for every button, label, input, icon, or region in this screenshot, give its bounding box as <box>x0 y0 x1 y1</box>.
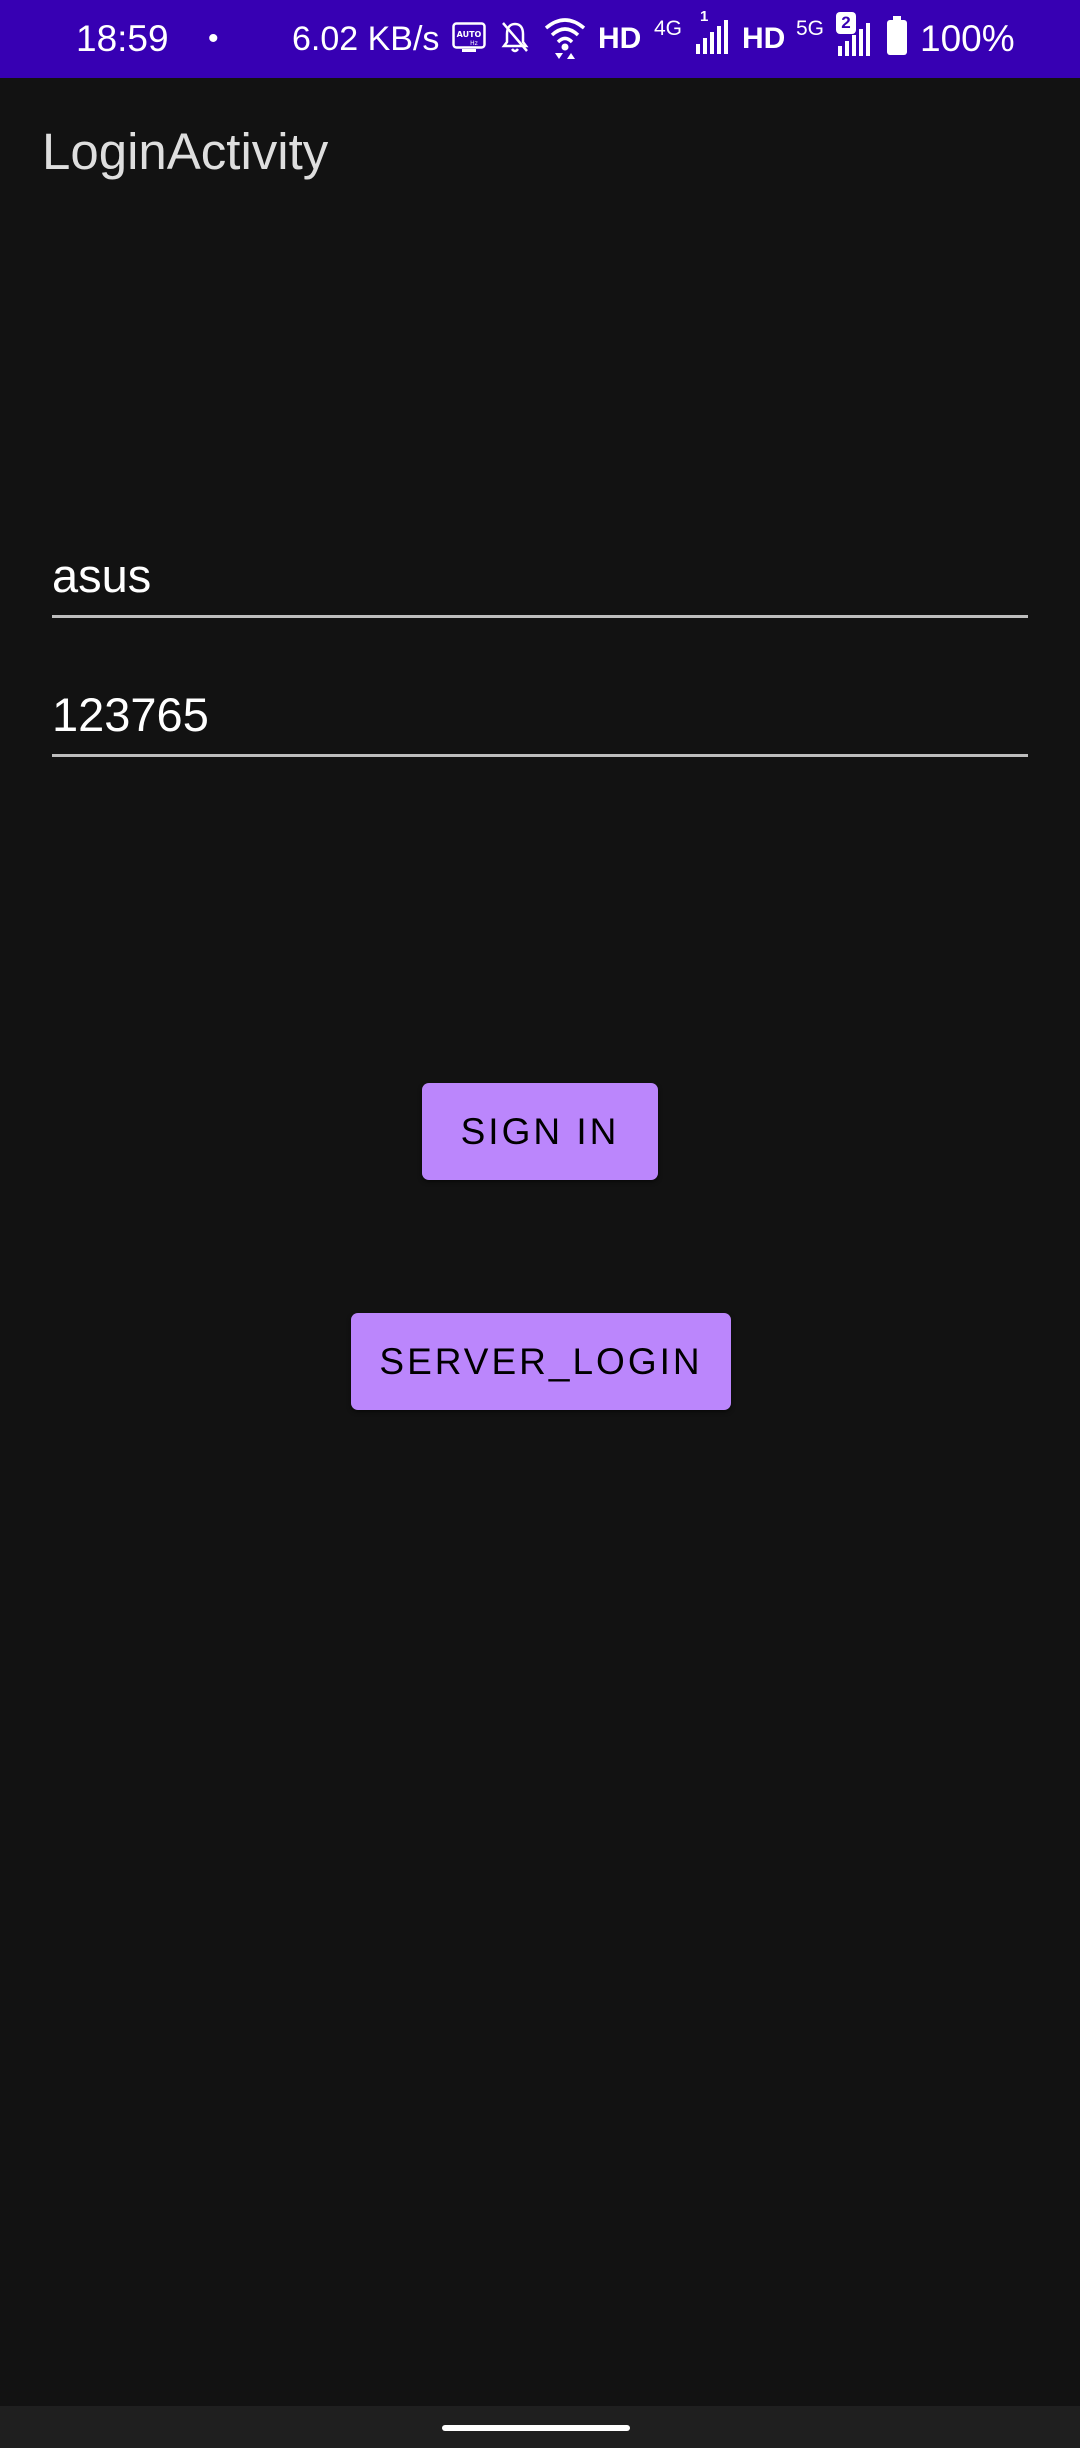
username-field-container <box>52 548 1028 618</box>
network-type-4g: 4G <box>654 17 683 40</box>
sign-in-button[interactable]: SIGN IN <box>422 1083 658 1180</box>
username-input[interactable] <box>52 548 1028 618</box>
gesture-handle[interactable] <box>442 2425 630 2431</box>
server-login-button[interactable]: SERVER_LOGIN <box>351 1313 731 1410</box>
hd-voice-1: HD <box>598 22 642 55</box>
signal-1-icon <box>696 20 728 54</box>
password-field-container <box>52 687 1028 757</box>
wifi-icon <box>544 18 586 59</box>
bell-off-icon <box>501 22 529 53</box>
password-input[interactable] <box>52 687 1028 757</box>
svg-text:AUTO: AUTO <box>457 30 482 39</box>
network-speed: 6.02 KB/s <box>292 20 440 58</box>
navigation-bar <box>0 2406 1080 2448</box>
hd-voice-2: HD <box>742 22 786 55</box>
login-screen: 18:59 • 6.02 KB/s AUTO Hz HD 4G 1 HD 5G … <box>0 0 1080 2448</box>
signal-2-icon <box>838 23 870 56</box>
battery-icon <box>887 16 907 55</box>
network-type-5g: 5G <box>796 17 825 40</box>
status-bar: 18:59 • 6.02 KB/s AUTO Hz HD 4G 1 HD 5G … <box>0 0 1080 78</box>
auto-hz-icon: AUTO Hz <box>452 22 486 52</box>
battery-percentage: 100% <box>920 18 1015 59</box>
status-time: 18:59 <box>76 18 169 59</box>
page-title: LoginActivity <box>42 123 329 180</box>
notification-dot: • <box>208 22 219 55</box>
svg-text:Hz: Hz <box>470 40 478 47</box>
